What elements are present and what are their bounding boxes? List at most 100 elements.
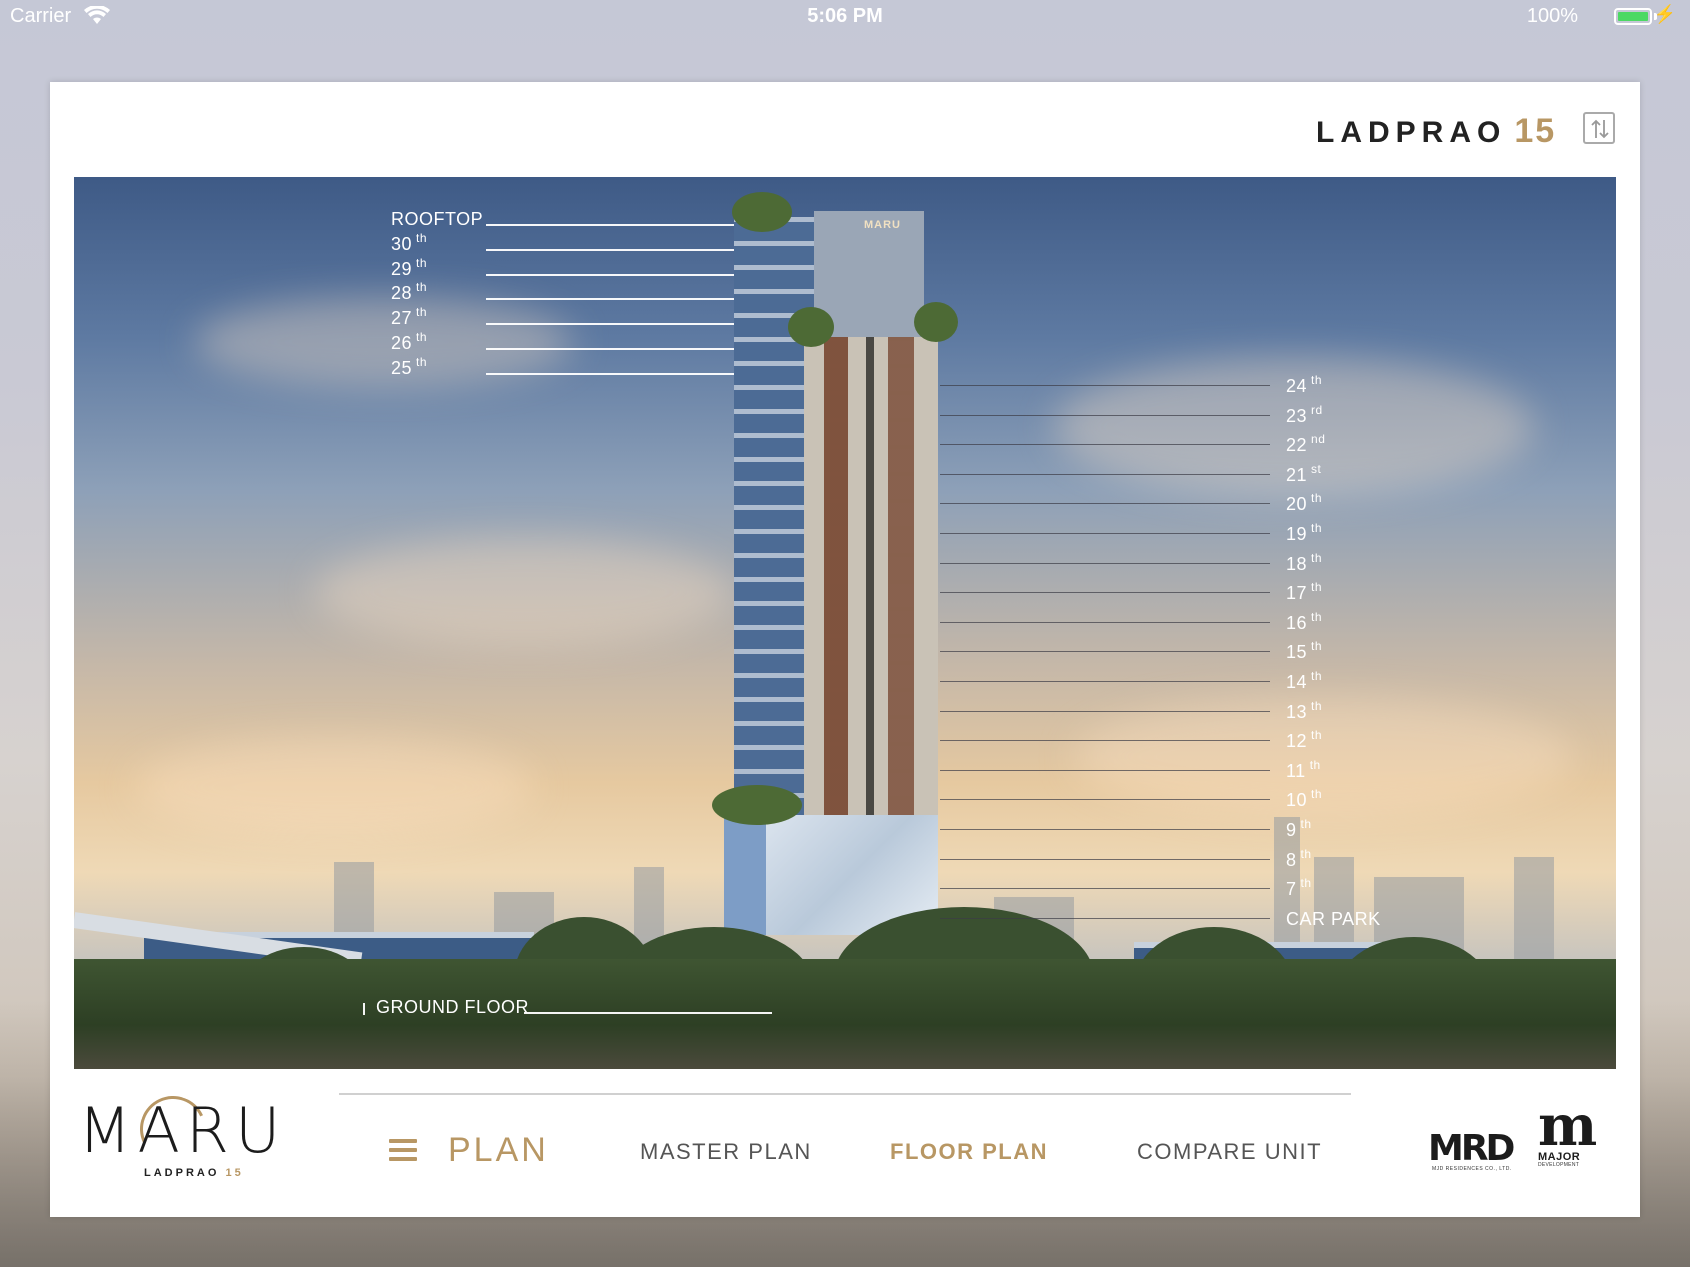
floor-label-30[interactable]: 30th: [391, 230, 428, 254]
floor-label-28[interactable]: 28th: [391, 280, 427, 304]
floor-number: 10: [1286, 790, 1308, 811]
floor-label-9[interactable]: 9th: [1286, 817, 1312, 840]
floor-label-12[interactable]: 12th: [1286, 728, 1322, 751]
leader-line: [940, 414, 1270, 416]
project-title: LADPRAO 15: [1316, 112, 1556, 151]
floor-suffix: th: [1311, 698, 1323, 713]
floor-label-13[interactable]: 13th: [1286, 698, 1323, 722]
leader-line: [940, 710, 1270, 712]
floor-label-19[interactable]: 19th: [1286, 521, 1323, 544]
tower-sign: MARU: [864, 219, 901, 231]
floor-label-15[interactable]: 15th: [1286, 639, 1323, 663]
floor-number: 28: [391, 283, 413, 304]
charging-icon: ⚡: [1653, 4, 1676, 24]
floor-suffix: th: [1311, 491, 1323, 506]
floor-label-17[interactable]: 17th: [1286, 580, 1323, 604]
floor-suffix: th: [1300, 817, 1312, 831]
floor-label-10[interactable]: 10th: [1286, 787, 1323, 811]
maru-logo[interactable]: MARU LADPRAO 15: [78, 1086, 288, 1184]
floor-suffix: th: [1309, 757, 1321, 772]
leader-line-ground: [363, 1003, 365, 1015]
floor-suffix: rd: [1311, 402, 1323, 417]
floor-suffix: th: [1311, 580, 1323, 595]
leader-line: [940, 444, 1270, 446]
project-name: LADPRAO: [1316, 116, 1507, 149]
floor-number: 13: [1286, 701, 1308, 722]
floor-label-26[interactable]: 26th: [391, 330, 427, 353]
leader-line: [486, 224, 734, 226]
floor-suffix: th: [1311, 669, 1323, 683]
floor-label-8[interactable]: 8th: [1286, 846, 1312, 870]
leader-line: [940, 917, 1270, 919]
floor-number: 23: [1286, 405, 1308, 426]
floor-number: 9: [1286, 820, 1297, 840]
leader-line: [940, 858, 1270, 860]
clock: 5:06 PM: [807, 5, 883, 27]
floor-suffix: th: [1311, 787, 1323, 802]
floor-label-22[interactable]: 22nd: [1286, 432, 1325, 456]
floor-suffix: th: [1311, 521, 1323, 535]
tab-compare-unit[interactable]: COMPARE UNIT: [1137, 1139, 1322, 1165]
floor-label-ground[interactable]: GROUND FLOOR: [376, 997, 529, 1017]
floor-suffix: th: [416, 230, 428, 245]
floor-number: 18: [1286, 553, 1308, 574]
floor-label-20[interactable]: 20th: [1286, 491, 1323, 514]
floor-suffix: th: [1300, 876, 1312, 891]
floor-number: 15: [1286, 642, 1308, 663]
floor-number: ROOFTOP: [391, 209, 484, 229]
floor-number: CAR PARK: [1286, 908, 1381, 929]
floor-number: 7: [1286, 879, 1297, 900]
leader-line: [940, 681, 1270, 682]
floor-label-11[interactable]: 11th: [1286, 757, 1321, 781]
floor-label-18[interactable]: 18th: [1286, 551, 1322, 574]
floor-suffix: th: [1311, 639, 1323, 654]
battery-percent: 100%: [1526, 5, 1578, 27]
leader-line: [940, 651, 1270, 653]
floor-number: 8: [1286, 849, 1297, 870]
swap-vertical-icon: [1591, 119, 1609, 139]
leader-line: [486, 323, 734, 326]
floor-number: 26: [391, 333, 413, 353]
nav-divider: [339, 1093, 1351, 1095]
leader-line: [940, 829, 1270, 830]
floor-label-25[interactable]: 25th: [391, 354, 428, 378]
tab-floor-plan[interactable]: FLOOR PLAN: [890, 1139, 1048, 1165]
floor-label-16[interactable]: 16th: [1286, 609, 1323, 633]
tab-master-plan[interactable]: MASTER PLAN: [640, 1139, 812, 1165]
floor-suffix: th: [1311, 609, 1323, 624]
floor-label-29[interactable]: 29th: [391, 255, 428, 279]
leader-line: [940, 503, 1270, 505]
floor-label-23[interactable]: 23rd: [1286, 402, 1323, 426]
project-number: 15: [1514, 112, 1557, 150]
floor-suffix: th: [1300, 846, 1312, 861]
floor-number: 25: [391, 357, 413, 378]
floor-label-car-park[interactable]: CAR PARK: [1286, 909, 1381, 929]
floor-number: 29: [391, 258, 413, 279]
floor-number: 17: [1286, 583, 1308, 604]
floor-label-27[interactable]: 27th: [391, 305, 427, 328]
floor-suffix: th: [416, 354, 428, 369]
tree-line: [74, 959, 1616, 1069]
floor-suffix: th: [416, 255, 428, 270]
floor-number: 16: [1286, 612, 1308, 633]
floor-suffix: th: [1311, 373, 1323, 387]
leader-line: [940, 473, 1270, 475]
floor-label-14[interactable]: 14th: [1286, 669, 1323, 692]
leader-line: [940, 799, 1270, 801]
menu-section-label[interactable]: PLAN: [448, 1131, 549, 1170]
floor-label-7[interactable]: 7th: [1286, 876, 1312, 900]
swap-vertical-button[interactable]: [1583, 112, 1615, 144]
leader-line: [940, 740, 1270, 742]
floor-number: 19: [1286, 524, 1308, 544]
hamburger-menu-icon[interactable]: [389, 1139, 417, 1161]
leader-line: [940, 592, 1270, 594]
floor-number: 22: [1286, 435, 1308, 456]
floor-label-rooftop[interactable]: ROOFTOP: [391, 209, 483, 229]
leader-line: [940, 533, 1270, 534]
floor-number: 11: [1286, 760, 1306, 781]
leader-line: [486, 298, 734, 301]
floor-label-24[interactable]: 24th: [1286, 373, 1323, 396]
floor-number: 30: [391, 233, 413, 254]
logo-sub: LADPRAO 15: [144, 1167, 244, 1179]
floor-label-21[interactable]: 21st: [1286, 462, 1321, 485]
